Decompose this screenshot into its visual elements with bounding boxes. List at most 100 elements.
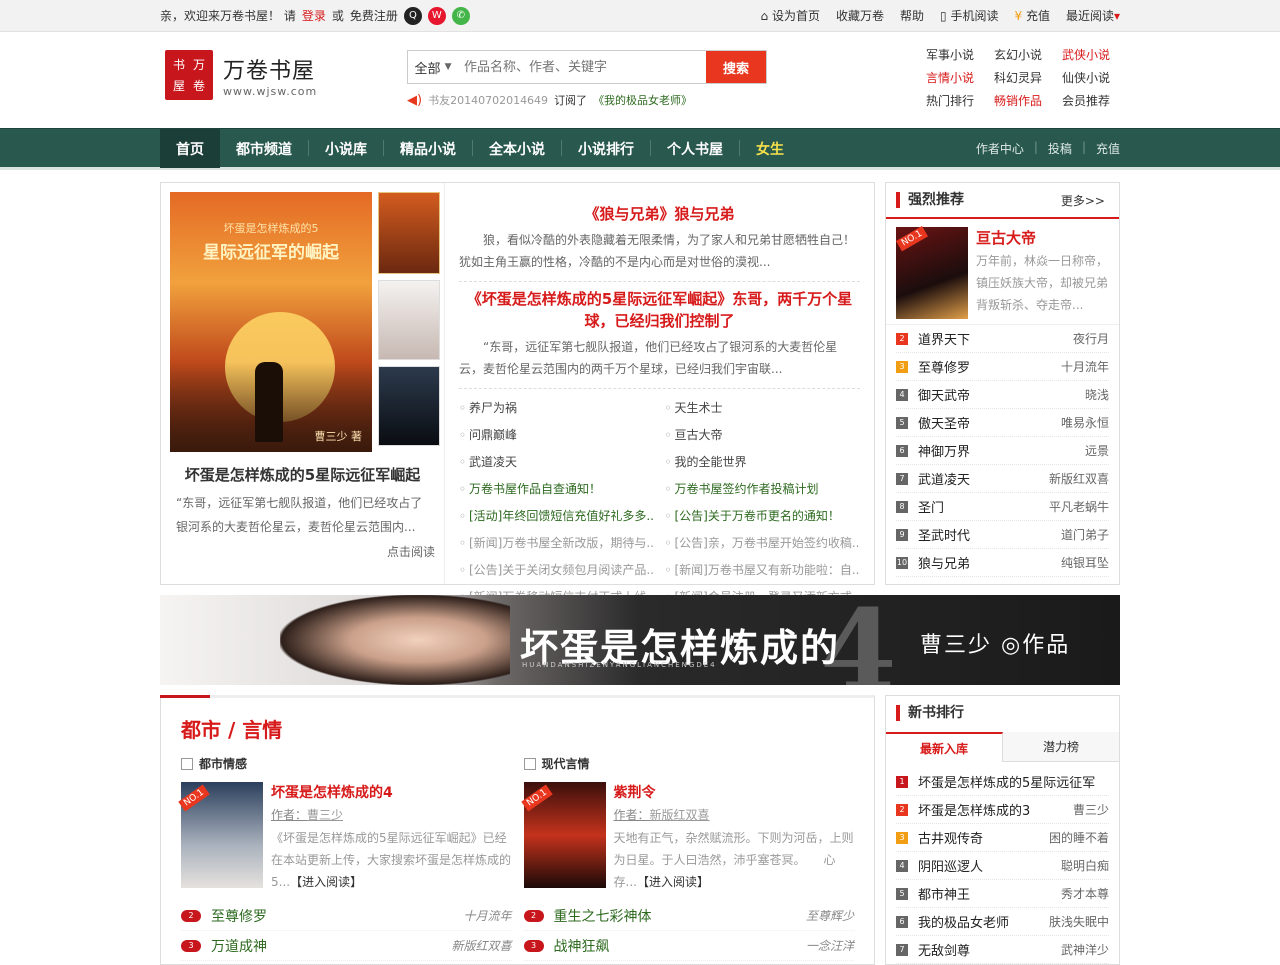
list-book-name[interactable]: 万道成神 <box>211 936 451 956</box>
rank-book-name[interactable]: 我的极品女老师 <box>918 912 1049 931</box>
list-book-name[interactable]: 战神狂飙 <box>554 936 806 956</box>
thumbnail[interactable] <box>378 192 440 274</box>
book-cover[interactable]: NO.1 <box>520 782 606 888</box>
rank-book-name[interactable]: 古井观传奇 <box>918 828 1049 847</box>
rank-item[interactable]: 9 圣武时代 道门弟子 <box>896 521 1109 549</box>
list-item[interactable]: 3 战神狂飙 一念汪洋 <box>523 931 854 961</box>
rank-book-name[interactable]: 坏蛋是怎样炼成的3 <box>918 800 1073 819</box>
news-link[interactable]: 万卷书屋签约作者投稿计划 <box>665 476 861 503</box>
rank-book-name[interactable]: 阴阳巡逻人 <box>918 856 1061 875</box>
hot-link[interactable]: 畅销作品 <box>994 92 1062 109</box>
tab-latest[interactable]: 最新入库 <box>886 732 1003 762</box>
hot-link[interactable]: 玄幻小说 <box>994 46 1062 63</box>
register-link[interactable]: 免费注册 <box>350 7 398 24</box>
author-link[interactable]: 新版红双喜 <box>650 808 710 822</box>
nav-item-7[interactable]: 女生 <box>740 129 800 168</box>
rank-item[interactable]: 1 坏蛋是怎样炼成的5星际远征军 <box>896 768 1109 796</box>
news-link[interactable]: 万卷书屋作品自查通知！ <box>459 476 655 503</box>
hot-link[interactable]: 武侠小说 <box>1062 46 1130 63</box>
nav-right-link[interactable]: 投稿 <box>1048 140 1072 157</box>
rank-book-name[interactable]: 至尊修罗 <box>918 357 1061 376</box>
news-link[interactable]: 亘古大帝 <box>665 422 861 449</box>
news-link[interactable]: [新闻]万卷书屋又有新功能啦：自... <box>665 557 861 584</box>
more-link[interactable]: 更多>> <box>1061 192 1105 209</box>
read-link[interactable]: 【进入阅读】 <box>290 875 362 889</box>
nav-right-link[interactable]: 充值 <box>1096 140 1120 157</box>
nav-item-2[interactable]: 小说库 <box>309 129 383 168</box>
qq-icon[interactable]: Q <box>403 6 422 25</box>
rank-book-name[interactable]: 圣武时代 <box>918 525 1061 544</box>
rank-book-name[interactable]: 御天武帝 <box>918 385 1085 404</box>
author-link[interactable]: 曹三少 <box>307 808 343 822</box>
feature-title[interactable]: 坏蛋是怎样炼成的5星际远征军崛起 <box>170 464 435 485</box>
book-name[interactable]: 紫荆令 <box>614 785 656 801</box>
rank-book-name[interactable]: 狼与兄弟 <box>918 553 1061 572</box>
news-link[interactable]: 武道凌天 <box>459 449 655 476</box>
list-item[interactable]: 2 至尊修罗 十月流年 <box>181 901 512 931</box>
news-link[interactable]: 天生术士 <box>665 395 861 422</box>
nav-item-6[interactable]: 个人书屋 <box>651 129 739 168</box>
top1-cover[interactable]: NO.1 <box>896 225 968 319</box>
news-link[interactable]: [公告]亲，万卷书屋开始签约收稿... <box>665 530 861 557</box>
site-logo[interactable]: 书 万 屋 卷 万卷书屋 www.wjsw.com <box>165 50 317 100</box>
search-input[interactable] <box>458 51 706 83</box>
rank-item[interactable]: 6 我的极品女老师 肤浅失眠中 <box>896 908 1109 936</box>
top1-name[interactable]: 亘古大帝 <box>976 227 1109 248</box>
wechat-icon[interactable]: ✆ <box>451 6 470 25</box>
hot-link[interactable]: 言情小说 <box>926 69 994 86</box>
nav-item-0[interactable]: 首页 <box>160 129 220 168</box>
rank-item[interactable]: 8 圣门 平凡老蜗牛 <box>896 493 1109 521</box>
bookmark-link[interactable]: 收藏万卷 <box>836 7 884 24</box>
headline-title[interactable]: 《狼与兄弟》狼与兄弟 <box>459 203 860 225</box>
tab-potential[interactable]: 潜力榜 <box>1003 732 1119 761</box>
thumbnail[interactable] <box>378 366 440 446</box>
rank-item[interactable]: 3 至尊修罗 十月流年 <box>896 353 1109 381</box>
hot-link[interactable]: 仙侠小说 <box>1062 69 1130 86</box>
thumbnail[interactable] <box>378 280 440 360</box>
rank-book-name[interactable]: 坏蛋是怎样炼成的5星际远征军 <box>918 772 1109 791</box>
list-item[interactable]: 3 万道成神 新版红双喜 <box>181 931 512 961</box>
rank-item[interactable]: 5 都市神王 秀才本尊 <box>896 880 1109 908</box>
rank-book-name[interactable]: 神御万界 <box>918 441 1085 460</box>
rank-item[interactable]: 7 武道凌天 新版红双喜 <box>896 465 1109 493</box>
list-book-name[interactable]: 重生之七彩神体 <box>554 906 806 926</box>
recent-read-dropdown[interactable]: 最近阅读▾ <box>1066 7 1120 24</box>
read-now-link[interactable]: 点击阅读 <box>387 545 435 559</box>
rank-item[interactable]: 3 古井观传奇 困的睡不着 <box>896 824 1109 852</box>
read-link[interactable]: 【进入阅读】 <box>637 875 709 889</box>
search-button[interactable]: 搜索 <box>706 51 766 83</box>
rank-item[interactable]: 5 傲天圣帝 唯易永恒 <box>896 409 1109 437</box>
recommend-top1[interactable]: NO.1 亘古大帝 万年前，林焱一日称帝，镇压妖族大帝，却被兄弟背叛斩杀、夺走帝… <box>886 219 1119 325</box>
nav-right-link[interactable]: 作者中心 <box>976 140 1024 157</box>
book-name[interactable]: 坏蛋是怎样炼成的4 <box>271 785 393 801</box>
nav-item-1[interactable]: 都市频道 <box>220 129 308 168</box>
headline-title[interactable]: 《坏蛋是怎样炼成的5星际远征军崛起》东哥，两千万个星球，已经归我们控制了 <box>459 288 860 332</box>
rank-item[interactable]: 10 狼与兄弟 纯银耳坠 <box>896 549 1109 577</box>
promo-banner[interactable]: 4 坏蛋是怎样炼成的 HUANDANSHIZENYANGLIANCHENGDE4… <box>160 595 1120 685</box>
nav-item-3[interactable]: 精品小说 <box>384 129 472 168</box>
rank-book-name[interactable]: 傲天圣帝 <box>918 413 1061 432</box>
rank-item[interactable]: 6 神御万界 远景 <box>896 437 1109 465</box>
rank-book-name[interactable]: 圣门 <box>918 497 1049 516</box>
news-link[interactable]: 我的全能世界 <box>665 449 861 476</box>
nav-item-4[interactable]: 全本小说 <box>473 129 561 168</box>
rank-item[interactable]: 2 道界天下 夜行月 <box>896 325 1109 353</box>
news-link[interactable]: [公告]关于万卷币更名的通知！ <box>665 503 861 530</box>
rank-book-name[interactable]: 无敌剑尊 <box>918 940 1061 959</box>
hot-link[interactable]: 会员推荐 <box>1062 92 1130 109</box>
search-category-select[interactable]: 全部 ▼ <box>408 51 458 83</box>
rank-book-name[interactable]: 道界天下 <box>918 329 1073 348</box>
login-link[interactable]: 登录 <box>302 7 326 24</box>
news-link[interactable]: [活动]年终回馈短信充值好礼多多... <box>459 503 655 530</box>
weibo-icon[interactable]: W <box>427 6 446 25</box>
help-link[interactable]: 帮助 <box>900 7 924 24</box>
news-link[interactable]: [公告]关于关闭女频包月阅读产品... <box>459 557 655 584</box>
recharge-link[interactable]: ¥ 充值 <box>1014 7 1049 24</box>
rank-book-name[interactable]: 都市神王 <box>918 884 1061 903</box>
hot-link[interactable]: 热门排行 <box>926 92 994 109</box>
hot-link[interactable]: 科幻灵异 <box>994 69 1062 86</box>
rank-book-name[interactable]: 武道凌天 <box>918 469 1049 488</box>
news-link[interactable]: [新闻]万卷书屋全新改版，期待与... <box>459 530 655 557</box>
news-link[interactable]: 养尸为祸 <box>459 395 655 422</box>
nav-item-5[interactable]: 小说排行 <box>562 129 650 168</box>
